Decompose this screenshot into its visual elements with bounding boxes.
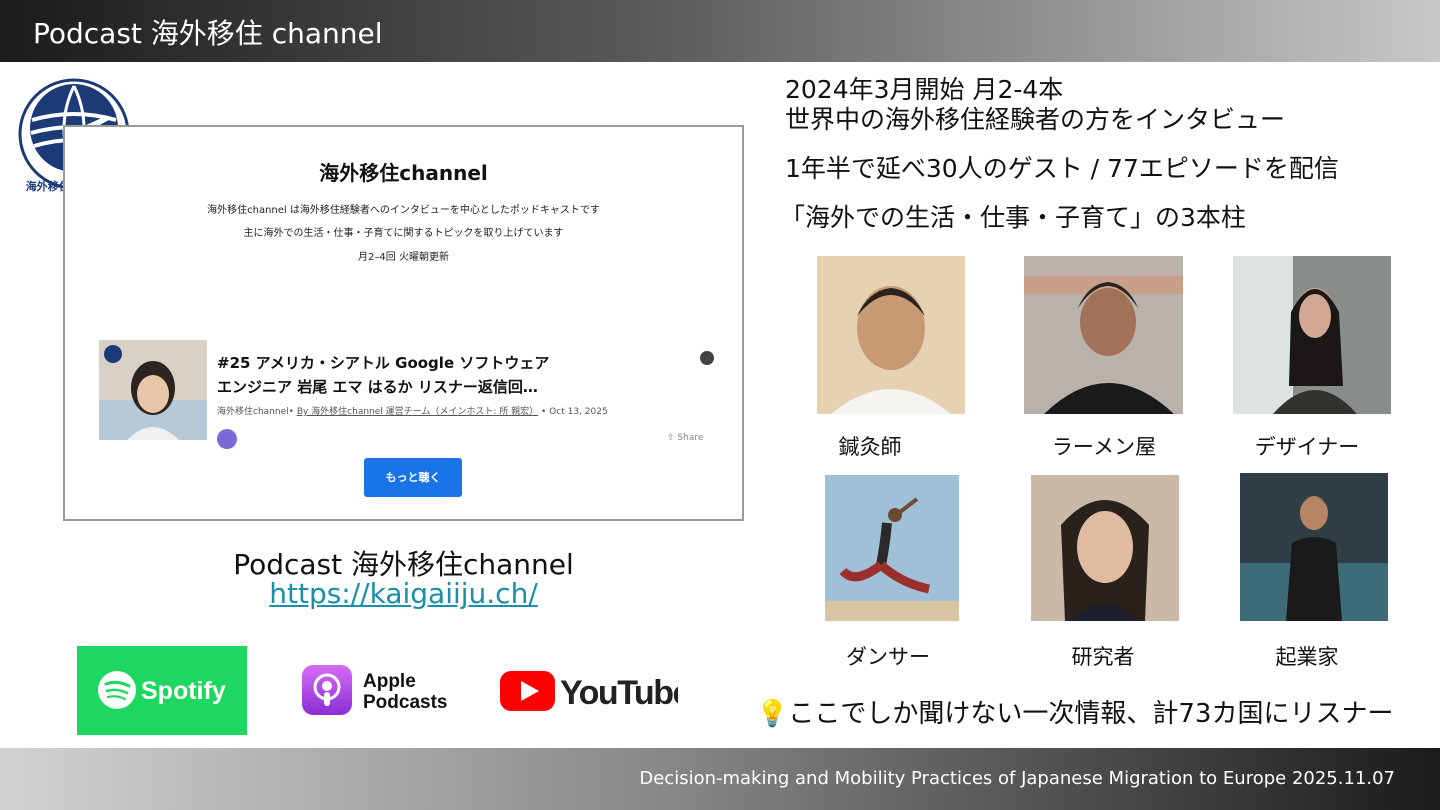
apple-badge-line1: Apple <box>363 671 416 692</box>
info-interviews: 世界中の海外移住経験者の方をインタビュー <box>785 105 1286 134</box>
play-icon[interactable] <box>217 429 237 449</box>
guest-photo-researcher <box>1031 475 1179 621</box>
guest-photo-acupuncturist <box>817 256 965 414</box>
podcast-url-link[interactable]: https://kaigaiiju.ch/ <box>63 577 744 610</box>
guest-photo-designer <box>1233 256 1391 414</box>
slide-header: Podcast 海外移住 channel <box>0 0 1440 62</box>
spotify-badge[interactable]: Spotify <box>77 646 247 735</box>
guest-label-acupuncturist: 鍼灸師 <box>838 435 902 459</box>
apple-podcasts-badge[interactable]: Apple Podcasts <box>300 662 470 718</box>
episode-meta-author[interactable]: By 海外移住channel 運営チーム（メインホスト: 所 親宏） <box>297 407 538 417</box>
site-description-3: 月2–4回 火曜朝更新 <box>358 252 449 263</box>
lightbulb-icon: 💡 <box>756 699 789 729</box>
listener-reach-text: ここでしか聞けない一次情報、計73カ国にリスナー <box>788 699 1394 729</box>
episode-title-line2[interactable]: エンジニア 岩尾 エマ はるか リスナー返信回… <box>217 376 538 397</box>
episode-meta-date: • Oct 13, 2025 <box>541 407 608 417</box>
share-label: Share <box>677 433 704 443</box>
footer-text: Decision-making and Mobility Practices o… <box>639 768 1395 789</box>
guest-photo-dancer <box>825 475 959 621</box>
site-description-1: 海外移住channel は海外移住経験者へのインタビューを中心としたポッドキャス… <box>207 205 600 216</box>
episode-meta-prefix: 海外移住channel• <box>217 407 294 417</box>
guest-photo-entrepreneur <box>1240 473 1388 621</box>
episode-thumbnail[interactable] <box>99 340 207 440</box>
youtube-badge-label: YouTube <box>560 674 678 712</box>
share-link[interactable]: ⇪ Share <box>667 433 703 443</box>
apple-badge-line2: Podcasts <box>363 692 447 713</box>
info-episodes: 1年半で延べ30人のゲスト / 77エピソードを配信 <box>785 154 1339 183</box>
spotify-badge-label: Spotify <box>141 677 226 705</box>
listener-reach-line: 💡ここでしか聞けない一次情報、計73カ国にリスナー <box>756 693 1393 730</box>
slide-title: Podcast 海外移住 channel <box>33 17 383 50</box>
guest-label-designer: デザイナー <box>1254 435 1360 459</box>
youtube-badge[interactable]: YouTube <box>498 668 692 714</box>
slide-footer: Decision-making and Mobility Practices o… <box>0 748 1440 810</box>
guest-label-dancer: ダンサー <box>846 645 930 669</box>
site-description-2: 主に海外での生活・仕事・子育てに関するトピックを取り上げています <box>243 228 564 239</box>
guest-photo-ramen-shop <box>1024 256 1183 414</box>
guest-label-entrepreneur: 起業家 <box>1275 645 1339 669</box>
info-pillars: 「海外での生活・仕事・子育て」の3本柱 <box>780 203 1246 232</box>
guest-label-ramen-shop: ラーメン屋 <box>1051 435 1157 459</box>
site-title: 海外移住channel <box>319 161 488 185</box>
episode-meta: 海外移住channel• By 海外移住channel 運営チーム（メインホスト… <box>217 404 608 417</box>
guest-label-researcher: 研究者 <box>1071 645 1135 669</box>
episode-title-line1[interactable]: #25 アメリカ・シアトル Google ソフトウェア <box>217 352 549 373</box>
website-preview: 海外移住channel 海外移住channel は海外移住経験者へのインタビュー… <box>63 125 744 521</box>
spotify-icon[interactable] <box>700 351 714 365</box>
listen-more-button[interactable]: もっと聴く <box>364 458 462 497</box>
